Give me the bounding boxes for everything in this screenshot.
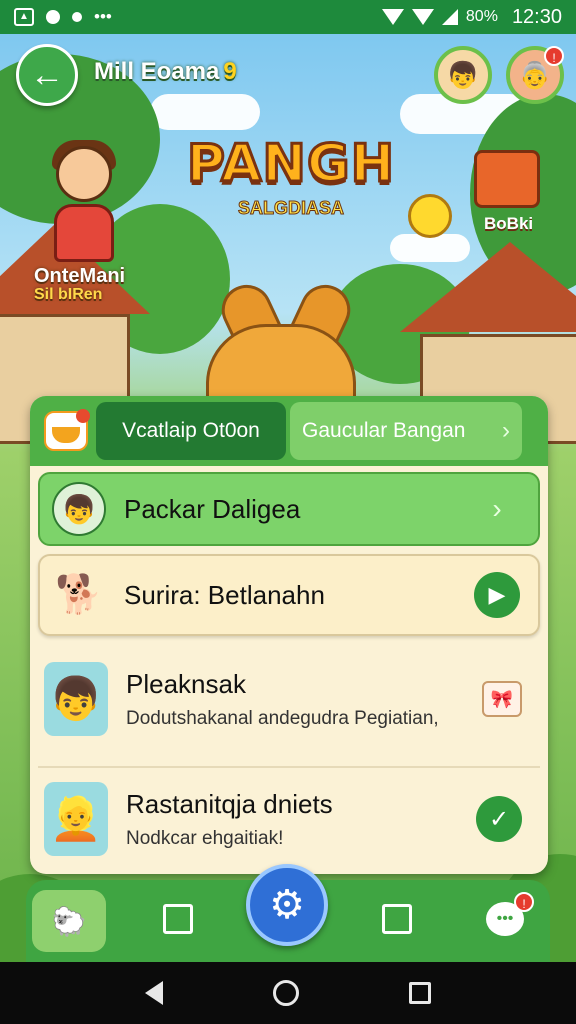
tab-other[interactable]: Gaucular Bangan › — [290, 402, 522, 460]
map-tab-icon[interactable] — [382, 904, 412, 934]
profile-avatar-button[interactable]: 👦 — [434, 46, 492, 104]
chest-label: BoBki — [484, 214, 534, 233]
battery-percent: 80% — [465, 8, 498, 25]
check-icon[interactable]: ✓ — [476, 796, 522, 842]
system-back-icon[interactable] — [145, 981, 163, 1005]
play-button[interactable]: ▶ — [474, 572, 520, 618]
girl-body — [54, 204, 114, 262]
settings-button[interactable]: ⚙ — [246, 864, 328, 946]
more-icon: ••• — [94, 7, 112, 26]
list-item-title: Surira: Betlanahn — [124, 579, 325, 610]
cell-signal-icon — [441, 9, 458, 25]
girl-name: OnteMani — [34, 265, 126, 287]
gear-icon: ⚙ — [269, 883, 305, 927]
system-nav-bar — [0, 962, 576, 1024]
list-item[interactable]: 🐕 Surira: Betlanahn ▶ — [38, 554, 540, 636]
list-item[interactable]: 👱 Rastanitqja dniets Nodkcar ehgaitiak! … — [38, 766, 540, 870]
chat-icon — [46, 10, 60, 24]
list-item-title: Rastanitqja dniets — [126, 788, 333, 819]
signal-icon — [411, 9, 434, 25]
logo-subtitle: SALGDIASA — [237, 198, 344, 219]
sheep-icon: 🐑 — [51, 905, 87, 937]
roof-right — [400, 242, 576, 332]
chevron-right-icon[interactable]: › — [474, 486, 520, 532]
status-bar: ▲ ••• 80% 12:30 — [0, 0, 576, 34]
friend-avatar-button[interactable]: 👵 ! — [506, 46, 564, 104]
quest-panel: Vcatlaip Ot0on Gaucular Bangan › 👦 Packa… — [30, 396, 548, 874]
top-row: ← Mill Eoama 9 👦 👵 ! — [0, 44, 576, 114]
girl-character[interactable] — [36, 140, 132, 266]
dot-icon — [72, 12, 82, 22]
system-recents-icon[interactable] — [409, 982, 431, 1004]
tab-other-label: Gaucular Bangan — [302, 419, 466, 442]
boy-avatar-icon: 👦 — [446, 59, 480, 90]
list-item[interactable]: 👦 Pleaknsak Dodutshakanal andegudra Pegi… — [38, 644, 540, 754]
list-item[interactable]: 👦 Packar Daligea › — [38, 472, 540, 546]
coin-icon[interactable] — [408, 194, 452, 238]
status-left-icons: ▲ ••• — [14, 7, 112, 27]
list-item-subtitle: Nodkcar ehgaitiak! — [126, 827, 284, 849]
level-badge-icon: 9 — [223, 58, 237, 85]
player-name-text: Mill Eoama — [94, 58, 220, 85]
girl-name-label: OnteMani Sil bIRen — [34, 266, 125, 304]
girl-head — [56, 146, 112, 202]
treasure-chest-icon[interactable] — [474, 150, 540, 208]
notification-badge: ! — [514, 892, 534, 912]
clock: 12:30 — [511, 5, 562, 28]
list-item-title: Pleaknsak — [126, 668, 246, 699]
boy-avatar-icon: 👦 — [52, 482, 106, 536]
gift-icon[interactable]: 🎀 — [482, 681, 522, 717]
tab-active-label: Vcatlaip Ot0on — [122, 419, 260, 442]
blonde-boy-avatar-icon: 👱 — [44, 782, 108, 856]
bread-icon — [44, 409, 90, 451]
wifi-icon — [381, 9, 404, 25]
logo-title: PANGH — [185, 133, 396, 196]
back-arrow-icon: ← — [30, 55, 64, 94]
bottom-nav: 🐑 ⚙ ••• ! — [26, 864, 550, 962]
notification-badge: ! — [544, 46, 564, 66]
list-item-title: Packar Daligea — [124, 493, 301, 524]
player-name: Mill Eoama 9 — [94, 58, 237, 86]
chevron-right-icon: › — [502, 417, 510, 444]
home-tab[interactable]: 🐑 — [32, 890, 106, 952]
chat-bubble-icon: ••• — [496, 910, 514, 927]
list-item-subtitle: Dodutshakanal andegudra Pegiatian, — [126, 707, 439, 729]
chat-button[interactable]: ••• ! — [486, 892, 534, 936]
inventory-tab-icon[interactable] — [163, 904, 193, 934]
system-home-icon[interactable] — [273, 980, 299, 1006]
panel-tabbar: Vcatlaip Ot0on Gaucular Bangan › — [30, 396, 548, 466]
girl-subname: Sil bIRen — [34, 286, 103, 303]
image-icon: ▲ — [14, 8, 34, 26]
game-logo: PANGH SALGDIASA — [185, 133, 396, 219]
back-button[interactable]: ← — [16, 44, 78, 106]
dog-avatar-icon: 🐕 — [55, 574, 103, 616]
boy-avatar-icon: 👦 — [44, 662, 108, 736]
tab-active[interactable]: Vcatlaip Ot0on — [96, 402, 286, 460]
grandma-avatar-icon: 👵 — [518, 59, 552, 90]
